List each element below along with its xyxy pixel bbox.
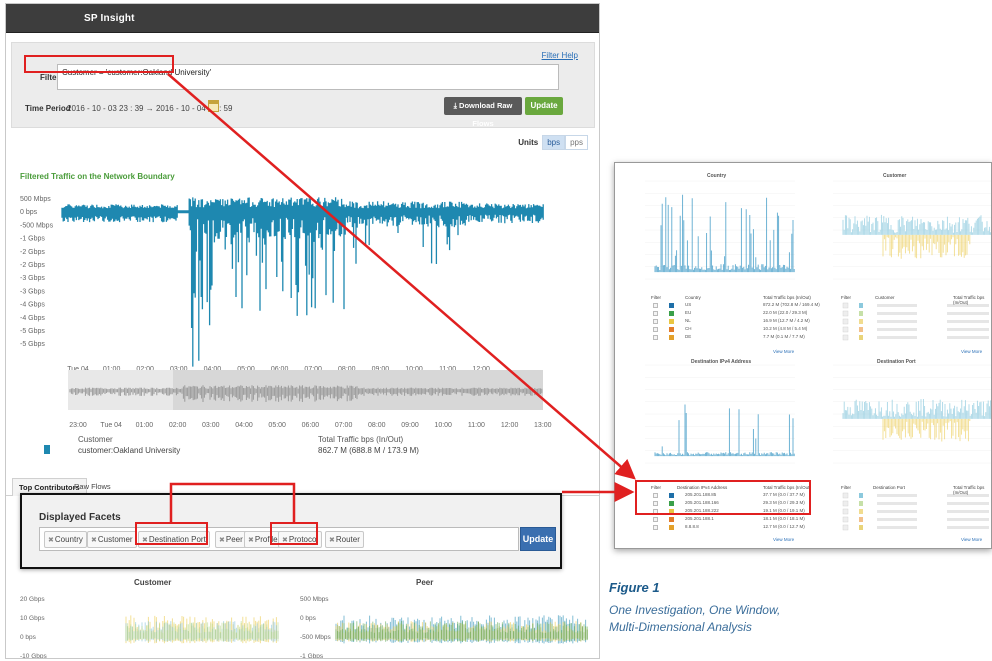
- facets-bracket: [169, 482, 296, 522]
- annotation-arrows: [167, 73, 636, 522]
- arrow-filter-to-table: [167, 73, 636, 480]
